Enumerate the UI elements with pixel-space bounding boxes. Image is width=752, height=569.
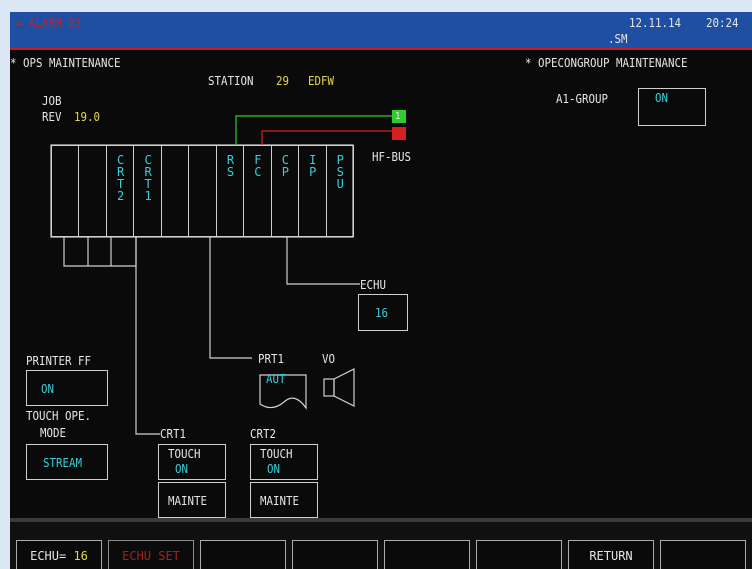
crt1-mainte-button[interactable]: MAINTE bbox=[158, 482, 226, 518]
printer-ff-button[interactable]: ON bbox=[26, 370, 108, 406]
crt1-mainte-label: MAINTE bbox=[168, 494, 208, 508]
station-wiring-diagram bbox=[50, 110, 406, 435]
crt1-label: CRT1 bbox=[160, 427, 187, 441]
speaker-icon[interactable] bbox=[322, 367, 358, 409]
rack-slot-empty[interactable] bbox=[188, 145, 217, 237]
fkey-echu-label: ECHU= bbox=[30, 549, 67, 563]
crt2-touch-label: TOUCH bbox=[260, 447, 293, 461]
touch-ope-label: TOUCH OPE. bbox=[26, 409, 92, 423]
rack-slot-empty[interactable] bbox=[51, 145, 80, 237]
crt2-label: CRT2 bbox=[250, 427, 277, 441]
screen: = ALARM 03 12.11.14 20:24 .SM * OPS MAIN… bbox=[10, 12, 752, 569]
printer-ff-value: ON bbox=[41, 382, 55, 396]
crt2-touch-state: ON bbox=[267, 462, 281, 476]
crt1-touch-label: TOUCH bbox=[168, 447, 201, 461]
rack-slot-label: RS bbox=[226, 153, 235, 179]
fkey-echu-set[interactable]: ECHU SET bbox=[108, 540, 194, 569]
rack-slot-ip[interactable]: IP bbox=[298, 145, 327, 237]
touch-mode-label: MODE bbox=[40, 426, 67, 440]
rack-slot-empty[interactable] bbox=[160, 145, 190, 237]
crt2-touch-button[interactable]: TOUCH ON bbox=[250, 444, 318, 480]
echu-value: 16 bbox=[375, 306, 389, 320]
hf-bus-label: HF-BUS bbox=[372, 150, 412, 164]
prt1-label: PRT1 bbox=[258, 352, 285, 366]
hf-bus-1-text: 1 bbox=[395, 111, 401, 122]
printer-icon[interactable] bbox=[258, 367, 308, 409]
rack-slot-label: PSU bbox=[336, 153, 344, 191]
crt1-touch-state: ON bbox=[175, 462, 189, 476]
touch-mode-button[interactable]: STREAM bbox=[26, 444, 108, 480]
rack-slot-psu[interactable]: PSU bbox=[325, 145, 354, 237]
rack-slot-empty[interactable] bbox=[78, 145, 107, 237]
fkey-4[interactable] bbox=[292, 540, 378, 569]
rack-slot-crt2[interactable]: CRT2 bbox=[105, 145, 135, 237]
function-key-bar: ECHU= 16 ECHU SET RETURN bbox=[10, 518, 752, 569]
crt1-touch-button[interactable]: TOUCH ON bbox=[158, 444, 226, 480]
rack-slot-cp[interactable]: CP bbox=[270, 145, 300, 237]
crt2-mainte-label: MAINTE bbox=[260, 494, 300, 508]
fkey-3[interactable] bbox=[200, 540, 286, 569]
fkey-6[interactable] bbox=[476, 540, 562, 569]
crt2-mainte-button[interactable]: MAINTE bbox=[250, 482, 318, 518]
fkey-5[interactable] bbox=[384, 540, 470, 569]
rack-slot-rs[interactable]: RS bbox=[215, 145, 245, 237]
vo-label: VO bbox=[322, 352, 336, 366]
rack-slot-label: IP bbox=[309, 153, 317, 179]
rack-slot-label: CP bbox=[281, 153, 289, 179]
rack-slot-label: FC bbox=[254, 153, 262, 179]
fkey-8[interactable] bbox=[660, 540, 746, 569]
echu-value-box[interactable]: 16 bbox=[358, 294, 408, 331]
fkey-echu-value: 16 bbox=[73, 549, 88, 563]
fkey-return[interactable]: RETURN bbox=[568, 540, 654, 569]
touch-mode-value: STREAM bbox=[43, 456, 83, 470]
echu-label: ECHU bbox=[360, 278, 387, 292]
printer-ff-label: PRINTER FF bbox=[26, 354, 92, 368]
rack-slot-crt1[interactable]: CRT1 bbox=[133, 145, 162, 237]
fkey-echu[interactable]: ECHU= 16 bbox=[16, 540, 102, 569]
rack-slot-label: CRT1 bbox=[144, 153, 152, 203]
rack-slot-fc[interactable]: FC bbox=[243, 145, 272, 237]
rack-slot-label: CRT2 bbox=[117, 153, 125, 203]
